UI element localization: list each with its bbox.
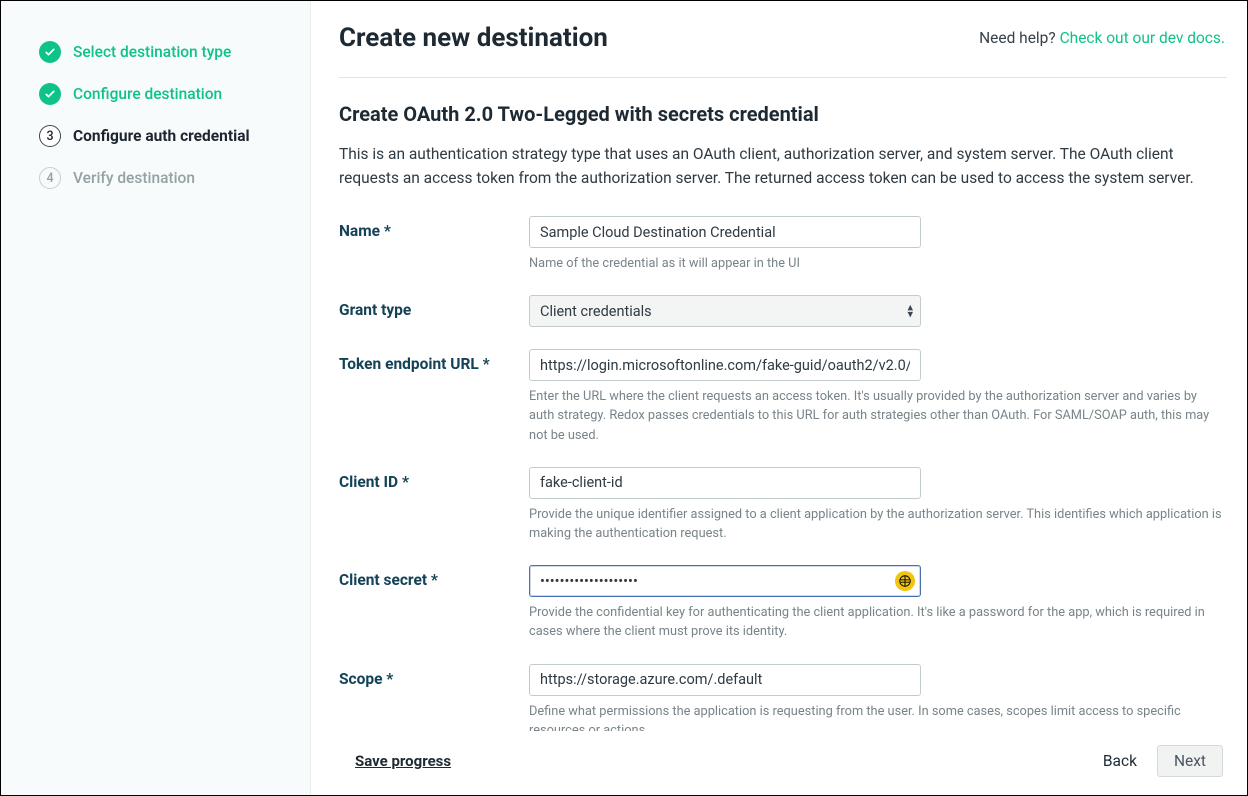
token-url-helper: Enter the URL where the client requests … xyxy=(529,387,1223,445)
step-label: Verify destination xyxy=(73,169,195,188)
scope-label: Scope * xyxy=(339,664,529,688)
step-label: Select destination type xyxy=(73,43,231,62)
token-url-input[interactable] xyxy=(529,349,921,381)
form-row-token-url: Token endpoint URL * Enter the URL where… xyxy=(339,349,1223,445)
grant-type-label: Grant type xyxy=(339,295,529,319)
name-input[interactable] xyxy=(529,216,921,248)
client-secret-helper: Provide the confidential key for authent… xyxy=(529,603,1223,641)
wizard-steps-sidebar: Select destination type Configure destin… xyxy=(1,1,311,795)
step-configure-destination[interactable]: Configure destination xyxy=(39,83,288,105)
form-row-client-secret: Client secret * Provide the confidential… xyxy=(339,565,1223,641)
client-secret-input[interactable] xyxy=(529,565,921,597)
section-title: Create OAuth 2.0 Two-Legged with secrets… xyxy=(339,102,1223,126)
token-url-label: Token endpoint URL * xyxy=(339,349,529,373)
form-row-client-id: Client ID * Provide the unique identifie… xyxy=(339,467,1223,543)
check-icon xyxy=(39,83,61,105)
name-label: Name * xyxy=(339,216,529,240)
client-id-helper: Provide the unique identifier assigned t… xyxy=(529,505,1223,543)
client-secret-label: Client secret * xyxy=(339,565,529,589)
form-scroll-area: Create OAuth 2.0 Two-Legged with secrets… xyxy=(339,102,1227,731)
step-select-destination-type[interactable]: Select destination type xyxy=(39,41,288,63)
form-row-grant-type: Grant type Client credentials ▴▾ xyxy=(339,295,1223,327)
scope-helper: Define what permissions the application … xyxy=(529,702,1223,731)
main-panel: Create new destination Need help? Check … xyxy=(311,1,1247,795)
dev-docs-link[interactable]: Check out our dev docs. xyxy=(1060,29,1225,47)
step-label: Configure destination xyxy=(73,85,222,104)
header: Create new destination Need help? Check … xyxy=(339,23,1227,77)
step-number-badge: 3 xyxy=(39,125,61,147)
scope-input[interactable] xyxy=(529,664,921,696)
step-configure-auth-credential[interactable]: 3 Configure auth credential xyxy=(39,125,288,147)
divider xyxy=(339,77,1227,78)
step-number-badge: 4 xyxy=(39,167,61,189)
form-row-name: Name * Name of the credential as it will… xyxy=(339,216,1223,273)
password-manager-icon[interactable] xyxy=(895,571,915,591)
form-row-scope: Scope * Define what permissions the appl… xyxy=(339,664,1223,731)
footer-bar: Save progress Back Next xyxy=(339,731,1227,781)
client-id-input[interactable] xyxy=(529,467,921,499)
section-description: This is an authentication strategy type … xyxy=(339,142,1223,190)
client-id-label: Client ID * xyxy=(339,467,529,491)
check-icon xyxy=(39,41,61,63)
step-verify-destination[interactable]: 4 Verify destination xyxy=(39,167,288,189)
wizard-steps-list: Select destination type Configure destin… xyxy=(39,41,288,189)
grant-type-select[interactable]: Client credentials xyxy=(529,295,921,327)
back-button[interactable]: Back xyxy=(1103,752,1137,770)
help-prefix: Need help? xyxy=(979,29,1059,47)
save-progress-button[interactable]: Save progress xyxy=(355,752,451,770)
page-title: Create new destination xyxy=(339,23,608,53)
step-label: Configure auth credential xyxy=(73,127,250,146)
name-helper: Name of the credential as it will appear… xyxy=(529,254,1223,273)
help-text: Need help? Check out our dev docs. xyxy=(979,29,1225,47)
next-button[interactable]: Next xyxy=(1157,745,1223,777)
